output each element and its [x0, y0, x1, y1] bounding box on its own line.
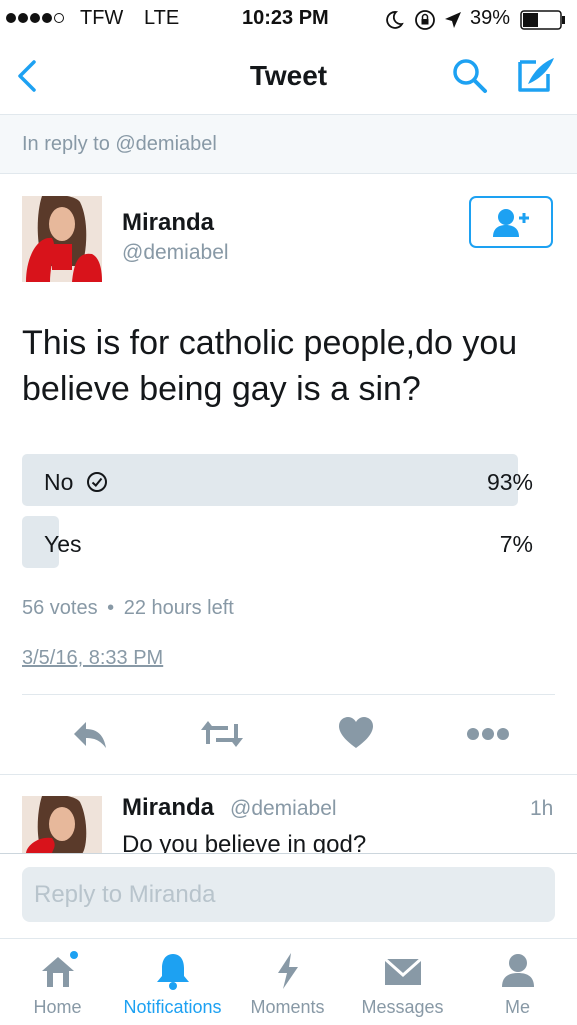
search-icon[interactable] [450, 56, 490, 96]
reply-icon[interactable] [70, 716, 110, 752]
reply-author-handle[interactable]: @demiabel [230, 797, 337, 821]
author-handle[interactable]: @demiabel [122, 241, 229, 265]
tab-messages-label: Messages [361, 997, 444, 1017]
poll-option-no-percent: 93% [486, 469, 533, 495]
tab-me[interactable]: Me [460, 939, 575, 1025]
moon-icon [386, 11, 404, 29]
add-user-icon [493, 209, 529, 237]
reply-avatar[interactable] [22, 796, 102, 854]
poll-votes: 56 votes [22, 597, 98, 619]
reply-age: 1h [530, 797, 554, 820]
status-bar: TFW LTE 10:23 PM 39% [0, 0, 577, 38]
navigation-bar: Tweet [0, 38, 577, 114]
poll-option-no-label: No [44, 469, 74, 495]
tab-bar: Home Notifications Moments Messages Me [0, 938, 577, 1025]
tweet-text: This is for catholic people,do you belie… [22, 324, 518, 408]
compose-tweet-icon[interactable] [514, 54, 558, 96]
author-name[interactable]: Miranda [122, 209, 214, 237]
tab-home[interactable]: Home [0, 939, 115, 1025]
follow-button[interactable] [469, 196, 553, 248]
tab-moments[interactable]: Moments [230, 939, 345, 1025]
lightning-icon [277, 953, 298, 989]
battery-percent: 39% [470, 7, 511, 29]
poll-meta: 56 votes • 22 hours left [22, 597, 234, 619]
reply-input[interactable] [22, 867, 555, 922]
rotation-lock-icon [415, 10, 435, 30]
clock: 10:23 PM [242, 7, 329, 29]
tab-me-label: Me [504, 997, 530, 1017]
network-label: LTE [144, 7, 180, 29]
tab-moments-label: Moments [250, 997, 325, 1017]
reply-context-label: In reply to @demiabel [22, 133, 217, 155]
divider [0, 774, 577, 775]
tab-notifications[interactable]: Notifications [115, 939, 230, 1025]
check-circle-icon [87, 472, 107, 492]
carrier-label: TFW [80, 7, 124, 29]
more-options-icon[interactable] [466, 726, 510, 742]
page-title: Tweet [249, 60, 328, 91]
reply-author-name[interactable]: Miranda [122, 794, 214, 822]
battery-icon [520, 10, 565, 30]
tab-notifications-label: Notifications [123, 997, 222, 1017]
like-heart-icon[interactable] [338, 716, 374, 750]
location-arrow-icon [445, 12, 461, 28]
tab-messages[interactable]: Messages [345, 939, 460, 1025]
tab-home-label: Home [33, 997, 82, 1017]
person-icon [501, 954, 534, 987]
poll-time-left: 22 hours left [123, 597, 234, 619]
divider [0, 853, 577, 854]
tweet-timestamp[interactable]: 3/5/16, 8:33 PM [22, 647, 163, 670]
poll-option-yes-percent: 7% [499, 531, 533, 557]
retweet-icon[interactable] [200, 716, 244, 752]
bell-icon [156, 954, 189, 990]
envelope-icon [383, 957, 422, 985]
reply-text: Do you believe in god? [122, 831, 367, 853]
avatar[interactable] [22, 196, 102, 282]
poll-option-yes-label: Yes [44, 531, 82, 557]
reply-context-bar: In reply to @demiabel [0, 114, 577, 174]
home-icon [41, 951, 78, 987]
divider [22, 694, 555, 695]
